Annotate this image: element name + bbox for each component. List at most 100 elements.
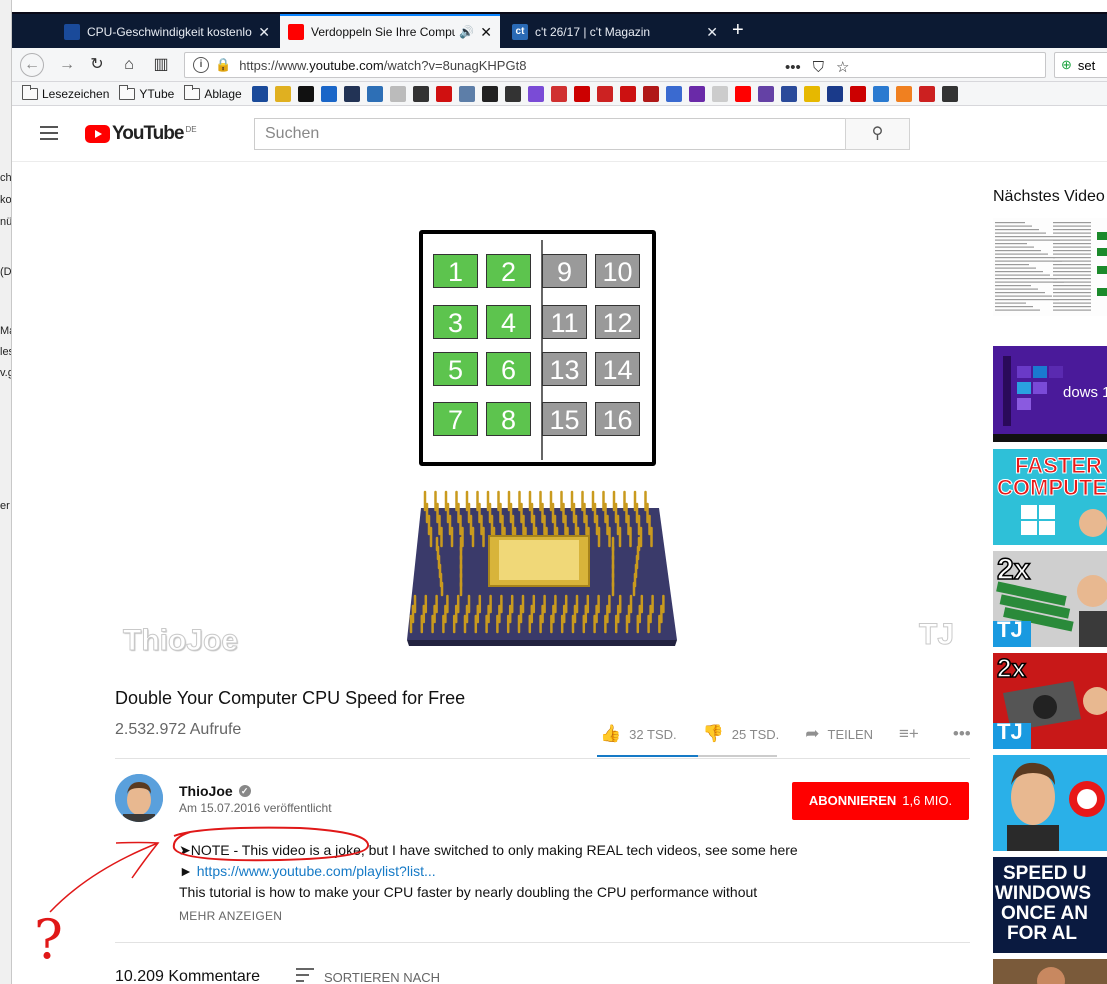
subscribe-button[interactable]: ABONNIEREN 1,6 MIO. [792, 782, 969, 820]
bookmark-favicon-icon[interactable] [550, 85, 567, 102]
sidebar-video-thumbnail[interactable]: 2x TJ [993, 653, 1107, 749]
bookmark-favicon-icon[interactable] [596, 85, 613, 102]
video-player[interactable]: 1 2 9 10 3 4 11 12 5 6 13 14 7 8 15 16 ThioJoe TJ [115, 162, 970, 672]
bookmark-favicon-icon[interactable] [780, 85, 797, 102]
like-ratio-fill [597, 755, 698, 757]
thumbs-up-icon: 👍 [600, 724, 622, 743]
dislike-button[interactable]: 👎 25 TSD. [703, 724, 780, 744]
pocket-icon[interactable]: ⛉ [813, 59, 824, 76]
sidebar-toggle-icon[interactable]: ▥ [150, 54, 172, 76]
url-bar[interactable]: i 🔒 https://www.youtube.com/watch?v=8una… [184, 52, 1046, 78]
playlist-add-icon: ≡+ [899, 724, 919, 743]
tab-ct-magazin[interactable]: ct c't 26/17 | c't Magazin ✕ [504, 16, 726, 48]
bookmark-folder-ablage[interactable]: Ablage [184, 84, 242, 101]
share-button[interactable]: ➦ TEILEN [805, 724, 873, 744]
bookmark-favicon-icon[interactable] [895, 85, 912, 102]
sidebar-video-thumbnail[interactable]: FASTER COMPUTER [993, 449, 1107, 545]
bookmark-favicon-icon[interactable] [918, 85, 935, 102]
sidebar-video-thumbnail[interactable]: SPEED U WINDOWS ONCE AN FOR AL [993, 857, 1107, 953]
close-icon[interactable]: ✕ [258, 24, 270, 41]
reload-button[interactable]: ↻ [86, 54, 108, 76]
bookmark-favicon-icon[interactable] [734, 85, 751, 102]
bookmark-favicon-icon[interactable] [458, 85, 475, 102]
sidebar-video-thumbnail[interactable] [993, 755, 1107, 851]
bookmark-favicon-icon[interactable] [711, 85, 728, 102]
channel-avatar[interactable] [115, 774, 163, 822]
bookmark-favicon-icon[interactable] [412, 85, 429, 102]
bookmark-favicon-icon[interactable] [688, 85, 705, 102]
bookmark-favicon-icon[interactable] [389, 85, 406, 102]
speaker-icon[interactable]: 🔊 [459, 25, 474, 39]
info-icon[interactable]: i [193, 57, 209, 73]
publish-date: Am 15.07.2016 veröffentlicht [179, 801, 332, 815]
add-to-playlist-button[interactable]: ≡+ [899, 724, 927, 744]
url-host: youtube.com [309, 57, 384, 73]
folder-icon [184, 84, 201, 100]
bookmark-favicon-icon[interactable] [251, 85, 268, 102]
bookmark-favicon-icon[interactable] [435, 85, 452, 102]
bookmark-favicon-icon[interactable] [803, 85, 820, 102]
youtube-header: YouTube DE Suchen ⚲ [12, 106, 1107, 162]
green-core-cell: 4 [486, 305, 531, 339]
tab-cpu-speed[interactable]: CPU-Geschwindigkeit kostenlos ✕ [56, 16, 278, 48]
url-text[interactable]: https://www.youtube.com/watch?v=8unagKHP… [239, 58, 526, 73]
sidebar-video-thumbnail[interactable] [993, 218, 1107, 316]
description-line: ➤NOTE - This video is a joke, but I have… [179, 842, 798, 858]
thumbnail-text: WINDOWS [995, 883, 1092, 904]
playlist-link[interactable]: https://www.youtube.com/playlist?list... [197, 863, 436, 879]
channel-name[interactable]: ThioJoe ✓ [179, 783, 251, 799]
bookmark-favicon-icon[interactable] [619, 85, 636, 102]
tab-bar: CPU-Geschwindigkeit kostenlos ✕ Verdoppe… [12, 12, 1107, 48]
new-tab-button[interactable]: + [732, 18, 744, 42]
behind-text: ch [0, 172, 12, 184]
bookmark-favicon-icon[interactable] [297, 85, 314, 102]
bookmark-folder-lesezeichen[interactable]: Lesezeichen [22, 84, 110, 101]
sidebar-video-thumbnail[interactable]: 2x TJ [993, 551, 1107, 647]
bookmark-favicon-icon[interactable] [527, 85, 544, 102]
close-icon[interactable]: ✕ [480, 24, 492, 41]
bookmark-favicon-icon[interactable] [665, 85, 682, 102]
logo-text: YouTube [112, 123, 184, 144]
back-button[interactable]: ← [20, 53, 44, 77]
search-bar[interactable]: ⊕ set [1054, 52, 1107, 78]
bookmark-favicon-icon[interactable] [642, 85, 659, 102]
youtube-search-button[interactable]: ⚲ [845, 118, 910, 150]
sidebar-video-thumbnail[interactable] [993, 959, 1107, 984]
show-more-button[interactable]: MEHR ANZEIGEN [179, 909, 282, 923]
sort-comments-button[interactable]: SORTIEREN NACH [296, 968, 440, 984]
bookmark-favicon-icon[interactable] [481, 85, 498, 102]
bookmark-favicon-icon[interactable] [757, 85, 774, 102]
tab-youtube-video[interactable]: Verdoppeln Sie Ihre Computer 🔊 ✕ [280, 14, 500, 48]
more-button[interactable]: ••• [953, 724, 979, 744]
bookmark-favicon-icon[interactable] [366, 85, 383, 102]
home-button[interactable]: ⌂ [118, 54, 140, 76]
more-actions-icon[interactable]: ••• [785, 59, 801, 76]
bookmark-folder-ytube[interactable]: YTube [119, 84, 174, 101]
thumbnail-text: 2x [996, 653, 1026, 684]
verified-icon: ✓ [238, 785, 251, 797]
menu-icon[interactable] [40, 126, 58, 140]
bookmark-favicon-icon[interactable] [826, 85, 843, 102]
like-button[interactable]: 👍 32 TSD. [600, 724, 677, 744]
bookmark-favicon-icon[interactable] [849, 85, 866, 102]
bookmark-favicon-icon[interactable] [872, 85, 889, 102]
bookmark-favicon-icon[interactable] [573, 85, 590, 102]
sidebar-video-thumbnail[interactable]: dows 1 [993, 346, 1107, 442]
forward-button[interactable]: → [56, 54, 78, 76]
bookmark-label: Lesezeichen [42, 86, 110, 101]
gray-core-cell: 10 [595, 254, 640, 288]
navigation-bar: ← → ↻ ⌂ ▥ i 🔒 https://www.youtube.com/wa… [12, 48, 1107, 82]
bookmark-favicon-icon[interactable] [274, 85, 291, 102]
bookmark-favicon-icon[interactable] [343, 85, 360, 102]
thumbnail-text: dows 1 [1063, 384, 1107, 401]
youtube-search-input[interactable]: Suchen [254, 118, 846, 150]
green-core-cell: 5 [433, 352, 478, 386]
bookmark-star-icon[interactable]: ☆ [836, 58, 849, 76]
lock-icon[interactable]: 🔒 [215, 57, 231, 73]
close-icon[interactable]: ✕ [706, 24, 718, 41]
youtube-logo[interactable]: YouTube DE [85, 123, 197, 145]
divider [115, 942, 970, 943]
bookmark-favicon-icon[interactable] [504, 85, 521, 102]
bookmark-favicon-icon[interactable] [320, 85, 337, 102]
bookmark-favicon-icon[interactable] [941, 85, 958, 102]
